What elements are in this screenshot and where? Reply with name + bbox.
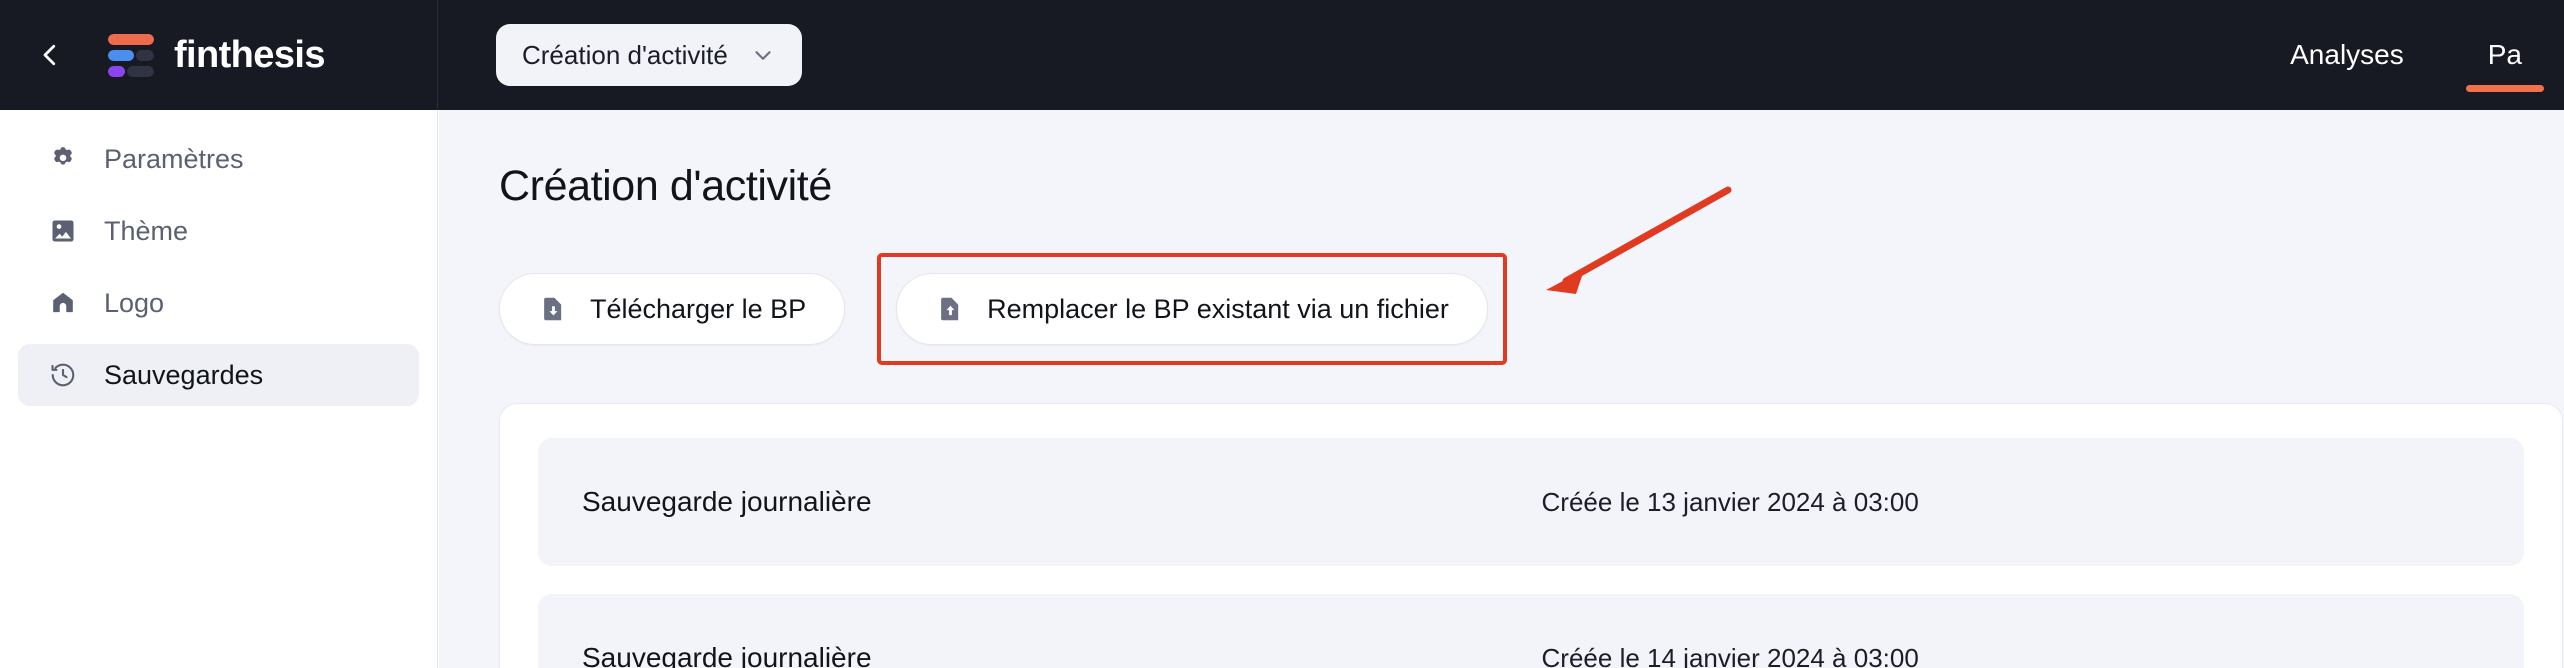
top-header-bar: finthesis Création d'activité Analyses P… — [0, 0, 2564, 110]
main-content: Création d'activité Télécharger le BP Re… — [439, 110, 2564, 668]
nav-item-parametres[interactable]: Pa — [2446, 0, 2564, 110]
backup-name: Sauvegarde journalière — [582, 642, 872, 668]
home-icon — [46, 286, 80, 320]
nav-item-analyses[interactable]: Analyses — [2248, 0, 2446, 110]
replace-bp-label: Remplacer le BP existant via un fichier — [987, 293, 1449, 324]
sidebar-item-theme[interactable]: Thème — [18, 200, 419, 262]
logo-bar-1 — [108, 33, 154, 45]
page-title: Création d'activité — [499, 162, 832, 210]
logo-bar-2 — [108, 49, 154, 61]
file-download-icon — [538, 294, 568, 324]
brand-name: finthesis — [174, 33, 325, 76]
activity-selector-dropdown[interactable]: Création d'activité — [496, 24, 802, 86]
brand-zone: finthesis — [0, 0, 438, 110]
back-button[interactable] — [28, 33, 72, 77]
history-restore-icon — [46, 358, 80, 392]
sidebar-item-parametres[interactable]: Paramètres — [18, 128, 419, 190]
sidebar-item-logo-label: Logo — [104, 287, 165, 318]
app-root: finthesis Création d'activité Analyses P… — [0, 0, 2564, 668]
backups-card: Sauvegarde journalière Créée le 13 janvi… — [499, 403, 2563, 668]
replace-bp-button[interactable]: Remplacer le BP existant via un fichier — [896, 273, 1488, 345]
backup-created-date: Créée le 14 janvier 2024 à 03:00 — [1541, 642, 1919, 668]
download-bp-label: Télécharger le BP — [590, 293, 807, 324]
backup-row[interactable]: Sauvegarde journalière Créée le 13 janvi… — [538, 438, 2524, 566]
download-bp-button[interactable]: Télécharger le BP — [499, 273, 846, 345]
nav-item-analyses-label: Analyses — [2290, 39, 2404, 70]
activity-selector-label: Création d'activité — [522, 39, 728, 70]
action-button-row: Télécharger le BP Remplacer le BP exista… — [499, 253, 2564, 365]
sidebar: Paramètres Thème Logo Sauvegardes — [0, 110, 438, 668]
chevron-left-icon — [43, 44, 56, 66]
image-icon — [46, 214, 80, 248]
gear-icon — [46, 142, 80, 176]
file-upload-icon — [935, 294, 965, 324]
backup-name: Sauvegarde journalière — [582, 486, 872, 517]
sidebar-item-sauvegardes[interactable]: Sauvegardes — [18, 344, 419, 406]
sidebar-item-parametres-label: Paramètres — [104, 143, 244, 174]
chevron-down-icon — [750, 42, 776, 68]
nav-item-parametres-label: Pa — [2487, 39, 2522, 70]
sidebar-item-theme-label: Thème — [104, 215, 189, 246]
backup-row[interactable]: Sauvegarde journalière Créée le 14 janvi… — [538, 594, 2524, 668]
sidebar-item-sauvegardes-label: Sauvegardes — [104, 359, 264, 390]
backup-created-date: Créée le 13 janvier 2024 à 03:00 — [1541, 486, 1919, 517]
logo-bar-3 — [108, 65, 154, 77]
sidebar-item-logo[interactable]: Logo — [18, 272, 419, 334]
top-navigation: Analyses Pa — [2248, 0, 2564, 110]
finthesis-logo-mark — [108, 32, 154, 78]
replace-bp-highlight-box: Remplacer le BP existant via un fichier — [877, 253, 1507, 365]
